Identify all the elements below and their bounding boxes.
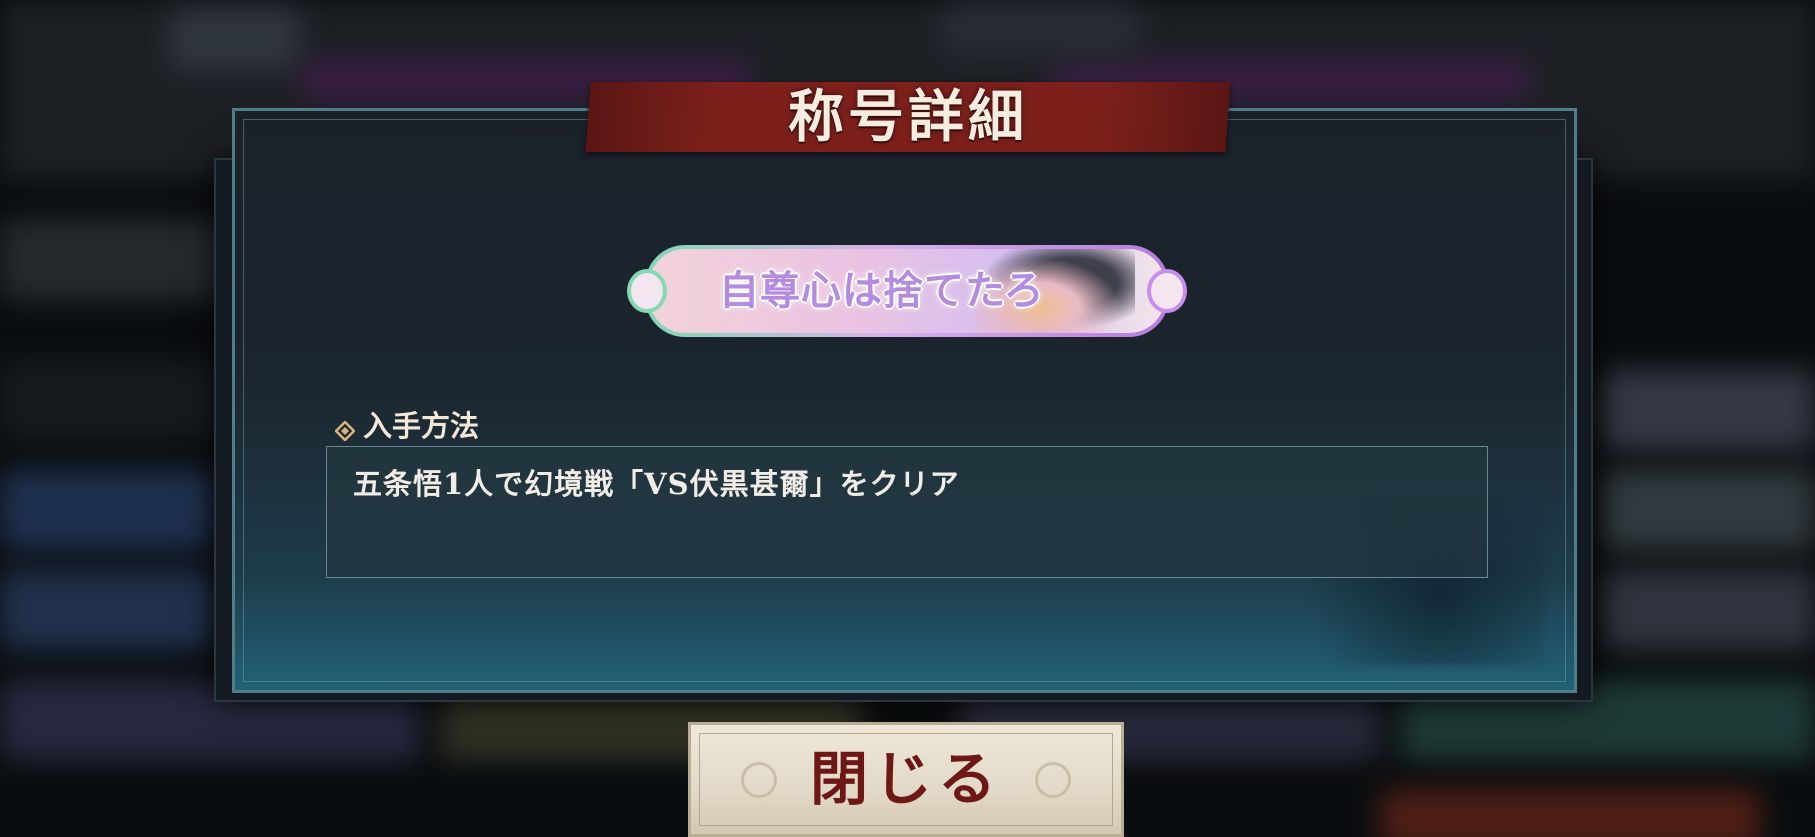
title-detail-dialog	[214, 108, 1593, 702]
close-button[interactable]: 閉じる	[688, 722, 1124, 837]
diamond-icon	[334, 414, 356, 442]
title-plate-frame: 自尊心は捨てたろ	[645, 245, 1169, 337]
title-plate: 自尊心は捨てたろ	[627, 243, 1187, 339]
acquisition-section-header: 入手方法	[334, 404, 480, 444]
plate-right-ornament-icon	[1147, 269, 1187, 313]
dialog-panel	[232, 108, 1577, 693]
acquisition-description-box: 五条悟1人で幻境戦「VS伏黒甚爾」をクリア	[326, 446, 1488, 578]
plate-left-ornament-icon	[627, 269, 667, 313]
acquisition-label: 入手方法	[363, 409, 480, 443]
dialog-title: 称号詳細	[788, 84, 1028, 150]
close-button-label: 閉じる	[809, 745, 1002, 813]
title-plate-text: 自尊心は捨てたろ	[719, 267, 1045, 314]
acquisition-description: 五条悟1人で幻境戦「VS伏黒甚爾」をクリア	[353, 467, 960, 501]
title-plate-body: 自尊心は捨てたろ	[649, 249, 1165, 333]
